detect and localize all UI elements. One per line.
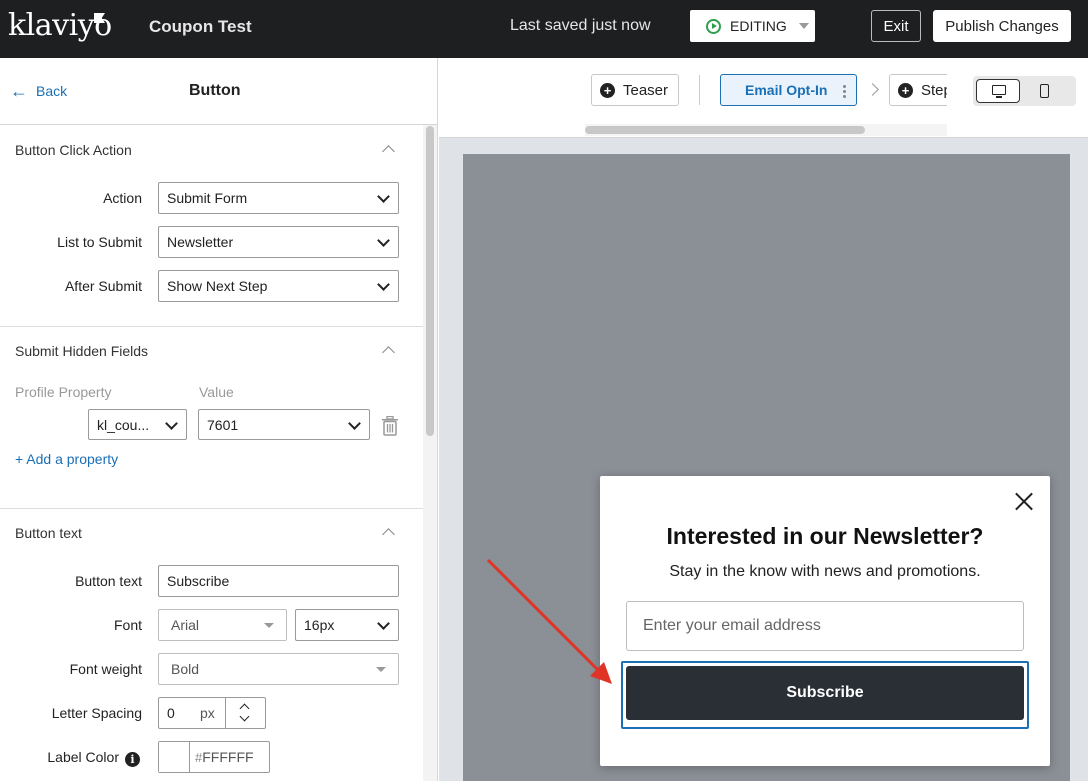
trash-icon[interactable] [381, 416, 399, 436]
chevron-down-icon [165, 417, 178, 430]
chevron-up-icon[interactable] [382, 346, 395, 359]
plus-circle-icon: + [600, 82, 615, 98]
section-divider [0, 326, 423, 327]
chevron-right-icon [866, 83, 879, 96]
font-size-value: 16px [304, 617, 335, 633]
device-toggle [973, 76, 1076, 106]
color-hash: # [195, 749, 203, 765]
save-status: Last saved just now [510, 17, 651, 34]
letter-spacing-value: 0 [167, 705, 175, 721]
section-title-click-action[interactable]: Button Click Action [15, 142, 132, 158]
value-header: Value [199, 384, 234, 400]
profile-property-value: kl_cou... [97, 416, 150, 433]
back-link[interactable]: ← Back [10, 82, 67, 100]
exit-button[interactable]: Exit [871, 10, 921, 42]
monitor-icon [992, 85, 1006, 98]
font-weight-select[interactable]: Bold [158, 653, 399, 685]
plus-circle-icon: + [898, 82, 913, 98]
hidden-value-select[interactable]: 7601 [198, 409, 370, 440]
play-circle-icon [706, 18, 721, 34]
label-color-text: Label Color [47, 749, 119, 765]
settings-panel: ← Back Button Button Click Action Action… [0, 58, 438, 781]
chevron-up-icon[interactable] [382, 528, 395, 541]
font-family-select[interactable]: Arial [158, 609, 287, 641]
font-family-value: Arial [171, 617, 200, 633]
list-to-submit-select[interactable]: Newsletter [158, 226, 399, 258]
email-opt-in-step-tab[interactable]: Email Opt-In [720, 74, 857, 106]
list-select-value: Newsletter [167, 234, 234, 250]
steps-scrollbar[interactable] [585, 126, 865, 134]
chevron-down-icon [348, 417, 361, 430]
teaser-step-label: Teaser [623, 81, 669, 99]
popup-subtitle[interactable]: Stay in the know with news and promotion… [600, 563, 1050, 581]
panel-header: ← Back Button [0, 58, 437, 125]
form-name: Coupon Test [149, 17, 252, 36]
arrow-left-icon: ← [10, 81, 28, 101]
action-select[interactable]: Submit Form [158, 182, 399, 214]
mobile-phone-icon[interactable] [1040, 84, 1049, 98]
after-select-value: Show Next Step [167, 278, 268, 294]
add-property-link[interactable]: + Add a property [15, 451, 118, 467]
back-label: Back [36, 83, 68, 99]
close-icon[interactable] [1014, 491, 1034, 511]
font-label: Font [113, 617, 142, 633]
section-title-button-text[interactable]: Button text [15, 525, 82, 541]
chevron-down-icon [377, 278, 390, 291]
top-bar: klaviyo Coupon Test Last saved just now … [0, 0, 1088, 58]
publish-changes-button[interactable]: Publish Changes [933, 10, 1071, 42]
font-size-select[interactable]: 16px [295, 609, 399, 641]
popup-title[interactable]: Interested in our Newsletter? [600, 523, 1050, 550]
letter-spacing-stepper[interactable]: 0 px [158, 697, 266, 729]
steps-bar: + Teaser Email Opt-In + Step [439, 58, 1088, 138]
teaser-step-button[interactable]: + Teaser [591, 74, 679, 106]
caret-down-icon [376, 667, 386, 672]
color-hex-value: FFFFFF [202, 749, 254, 765]
stepper-divider [225, 698, 226, 728]
stepper-down-icon[interactable] [239, 711, 250, 722]
section-title-hidden-fields[interactable]: Submit Hidden Fields [15, 343, 148, 359]
label-color-label: Label Color i [10, 749, 140, 767]
kebab-menu-icon[interactable] [843, 84, 846, 98]
caret-down-icon [264, 623, 274, 628]
desktop-view-button[interactable] [976, 79, 1020, 103]
font-weight-value: Bold [171, 661, 200, 677]
after-submit-select[interactable]: Show Next Step [158, 270, 399, 302]
font-weight-label: Font weight [69, 661, 142, 677]
editing-status-dropdown[interactable]: EDITING [690, 10, 815, 42]
list-to-submit-label: List to Submit [57, 234, 142, 250]
color-swatch[interactable] [159, 742, 190, 772]
chevron-down-icon [377, 617, 390, 630]
subscribe-button[interactable]: Subscribe [626, 666, 1024, 720]
caret-down-icon [798, 23, 809, 29]
button-text-label: Button text [75, 573, 142, 589]
label-color-field[interactable]: # FFFFFF [158, 741, 270, 773]
action-select-value: Submit Form [167, 190, 248, 206]
letter-spacing-label: Letter Spacing [51, 705, 142, 721]
editing-status-label: EDITING [730, 18, 787, 34]
chevron-up-icon[interactable] [382, 145, 395, 158]
panel-scrollbar[interactable] [426, 126, 434, 436]
letter-spacing-unit: px [200, 705, 215, 721]
after-submit-label: After Submit [64, 278, 142, 294]
email-input[interactable]: Enter your email address [626, 601, 1024, 651]
preview-area: + Teaser Email Opt-In + Step Interested … [439, 58, 1088, 781]
section-divider [0, 508, 423, 509]
profile-property-header: Profile Property [15, 384, 112, 400]
signup-popup: Interested in our Newsletter? Stay in th… [600, 476, 1050, 766]
profile-property-select[interactable]: kl_cou... [88, 409, 187, 440]
chevron-down-icon [377, 190, 390, 203]
button-text-input[interactable]: Subscribe [158, 565, 399, 597]
step-separator [699, 75, 700, 105]
chevron-down-icon [377, 234, 390, 247]
action-label: Action [103, 190, 142, 206]
hidden-value-value: 7601 [207, 416, 239, 433]
info-icon[interactable]: i [125, 752, 140, 767]
panel-title: Button [189, 82, 241, 99]
steps-clip [947, 58, 972, 137]
email-opt-in-step-label: Email Opt-In [745, 82, 828, 98]
